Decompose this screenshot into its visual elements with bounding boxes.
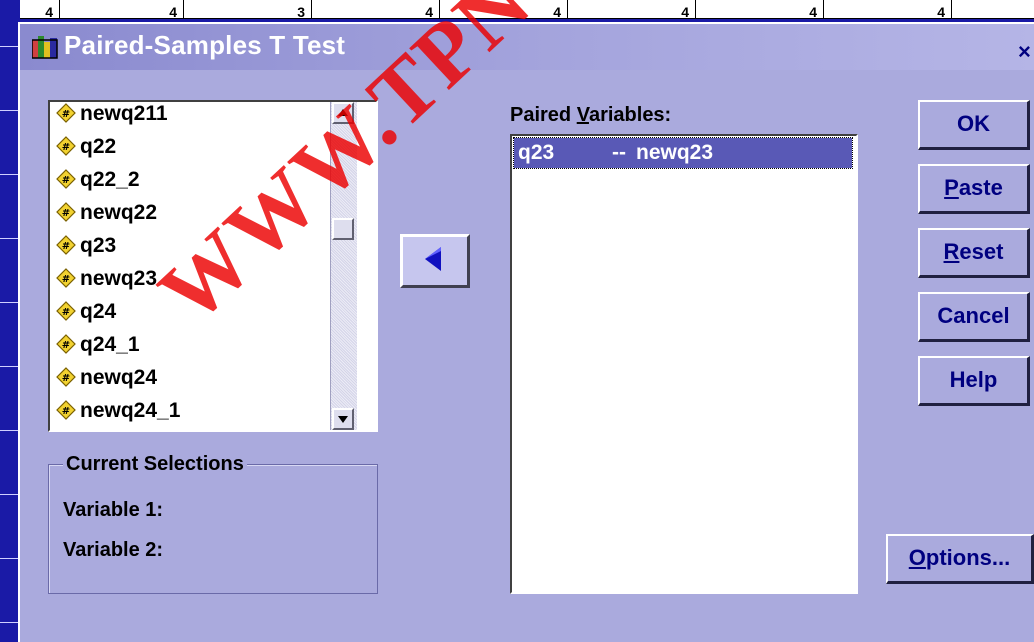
variable-name: newq23 <box>80 267 158 290</box>
dialog-titlebar[interactable]: Paired-Samples T Test × <box>20 24 1034 70</box>
numeric-variable-icon: # <box>56 367 76 387</box>
sheet-cell: 4 <box>312 0 440 18</box>
svg-text:#: # <box>62 109 70 120</box>
paste-label: aste <box>958 175 1003 200</box>
paste-accelerator: P <box>944 175 959 200</box>
paired-samples-dialog: Paired-Samples T Test × # newq24_1 # newq24… <box>18 22 1034 642</box>
variable-name: newq211 <box>80 102 168 125</box>
variable-list-item[interactable]: # q24_1 <box>56 333 140 367</box>
svg-text:#: # <box>62 340 70 351</box>
paired-separator: -- <box>612 141 626 164</box>
sheet-cell: 4 <box>440 0 568 18</box>
paired-row-selected[interactable]: q23 -- newq23 <box>513 137 853 169</box>
variable-list-item[interactable]: # newq24_1 <box>56 399 181 430</box>
variable-list-item[interactable]: # newq211 <box>56 102 168 136</box>
variable-list-item[interactable]: # q22_2 <box>56 168 140 202</box>
sheet-cell: 4 <box>696 0 824 18</box>
svg-text:#: # <box>62 208 70 219</box>
numeric-variable-icon: # <box>56 334 76 354</box>
spss-app-icon <box>32 36 58 59</box>
svg-text:#: # <box>62 175 70 186</box>
numeric-variable-icon: # <box>56 103 76 123</box>
variable-list-item[interactable]: # newq24 <box>56 366 157 400</box>
variable-name: q24_1 <box>80 333 140 356</box>
scroll-down-button[interactable] <box>332 408 354 430</box>
variable-list-item[interactable]: # newq23 <box>56 267 157 301</box>
variable-list-item[interactable]: # newq22 <box>56 201 157 235</box>
reset-accelerator: R <box>943 239 960 264</box>
variable-name: q24 <box>80 300 117 323</box>
triangle-up-icon <box>338 109 348 116</box>
paired-variables-label: Paired Variables: <box>510 104 671 132</box>
variable-list-scrollbar[interactable] <box>330 102 357 430</box>
ok-button[interactable]: OK <box>918 100 1030 150</box>
reset-button[interactable]: Reset <box>918 228 1030 278</box>
paste-button[interactable]: Paste <box>918 164 1030 214</box>
source-variable-list[interactable]: # newq24_1 # newq24 # q24_1 # q24 # newq23 # q23 # ne… <box>48 100 378 432</box>
sheet-cell: 4 <box>824 0 952 18</box>
svg-text:#: # <box>62 274 70 285</box>
variable-name: q22_2 <box>80 168 140 191</box>
current-selections-group: Current Selections Variable 1: Variable … <box>48 450 378 594</box>
sheet-cell: 4 <box>60 0 184 18</box>
cancel-label: Cancel <box>937 303 1010 328</box>
variable-name: newq24 <box>80 366 158 389</box>
paired-label-accelerator: V <box>576 104 589 126</box>
options-label: ptions... <box>925 545 1011 570</box>
variable-list-item[interactable]: # q24 <box>56 300 116 334</box>
move-variable-button[interactable] <box>400 234 470 288</box>
sheet-cell: 3 <box>184 0 312 18</box>
numeric-variable-icon: # <box>56 301 76 321</box>
variable-2-label: Variable 2: <box>63 539 164 561</box>
left-arrow-icon <box>425 247 441 271</box>
current-selections-title: Current Selections <box>63 450 247 478</box>
numeric-variable-icon: # <box>56 400 76 420</box>
numeric-variable-icon: # <box>56 235 76 255</box>
paired-label-part: Paired <box>510 104 577 126</box>
numeric-variable-icon: # <box>56 136 76 156</box>
variable-1-label: Variable 1: <box>63 499 164 521</box>
triangle-down-icon <box>338 416 348 423</box>
sheet-cell: 4 <box>568 0 696 18</box>
paired-variables-list[interactable]: q23 -- newq23 <box>510 134 858 594</box>
variable-name: newq22 <box>80 201 158 224</box>
svg-text:#: # <box>62 307 70 318</box>
variable-list-item[interactable]: # q23 <box>56 234 116 268</box>
paired-variable-2: newq23 <box>636 141 714 164</box>
variable-name: q23 <box>80 234 117 257</box>
scroll-thumb[interactable] <box>332 218 354 240</box>
background-row-ticks <box>0 18 20 642</box>
numeric-variable-icon: # <box>56 268 76 288</box>
numeric-variable-icon: # <box>56 202 76 222</box>
dialog-title: Paired-Samples T Test <box>64 30 346 60</box>
options-accelerator: O <box>908 545 926 570</box>
svg-text:#: # <box>62 142 70 153</box>
ok-label: OK <box>957 111 990 136</box>
paired-label-part: ariables: <box>588 104 672 126</box>
svg-text:#: # <box>62 241 70 252</box>
variable-name: q22 <box>80 135 117 158</box>
numeric-variable-icon: # <box>56 169 76 189</box>
sheet-cell: 4 <box>20 0 60 18</box>
cancel-button[interactable]: Cancel <box>918 292 1030 342</box>
scroll-up-button[interactable] <box>332 102 354 124</box>
options-button[interactable]: Options... <box>886 534 1034 584</box>
svg-text:#: # <box>62 373 70 384</box>
close-icon[interactable]: × <box>1018 40 1034 64</box>
help-label: Help <box>949 367 998 392</box>
paired-variable-1: q23 <box>518 141 555 164</box>
background-spreadsheet-header: 4 4 3 4 4 4 4 4 <box>20 0 1034 19</box>
variable-list-item[interactable]: # q22 <box>56 135 116 169</box>
screen: 4 4 3 4 4 4 4 4 Paired-Samples T Test × … <box>0 0 1034 642</box>
reset-label: eset <box>959 239 1004 264</box>
variable-name: newq24_1 <box>80 399 181 422</box>
svg-text:#: # <box>62 406 70 417</box>
help-button[interactable]: Help <box>918 356 1030 406</box>
